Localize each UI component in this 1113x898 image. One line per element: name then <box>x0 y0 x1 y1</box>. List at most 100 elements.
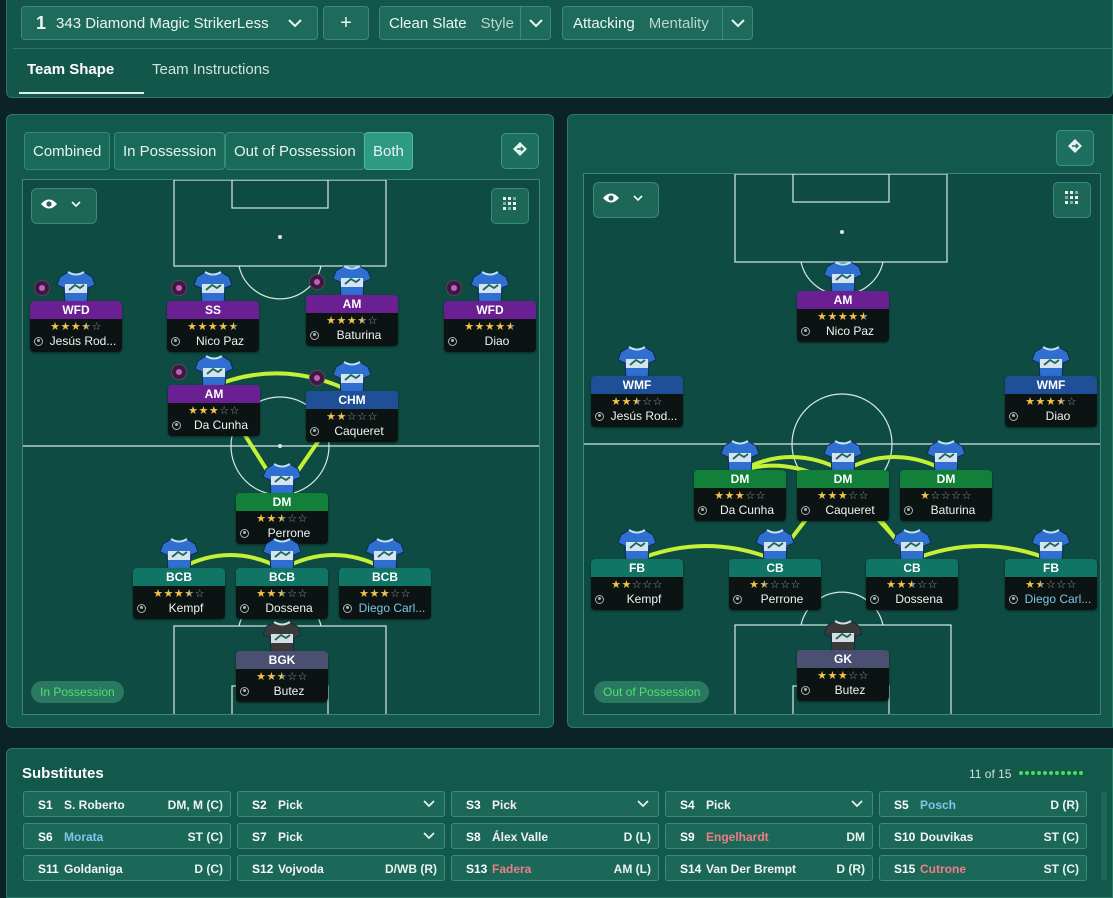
view-both-button[interactable]: Both <box>364 132 413 170</box>
player-card[interactable]: BCB ★★★☆☆ Dossena <box>236 537 328 619</box>
substitute-id: S12 <box>252 862 274 876</box>
view-in-possession-button[interactable]: In Possession <box>114 132 226 170</box>
player-card[interactable]: DM ★★★☆☆ Caqueret <box>797 439 889 521</box>
substitute-position: AM (L) <box>613 862 651 876</box>
role-rating-stars: ★★★☆☆ <box>886 579 938 591</box>
player-trait-icon[interactable] <box>34 280 50 296</box>
substitute-pick-dropdown[interactable]: S2 Pick <box>237 791 445 817</box>
role-rating-stars: ★★★★☆ <box>1025 396 1077 408</box>
visibility-toggle[interactable] <box>593 182 659 218</box>
substitute-id: S11 <box>38 862 59 876</box>
player-card[interactable]: CB ★★★☆☆ Dossena <box>866 528 958 610</box>
substitute-pick-dropdown[interactable]: S7 Pick <box>237 823 445 849</box>
progress-dot <box>1061 771 1065 775</box>
person-icon <box>310 331 319 340</box>
tactic-selector[interactable]: 1 343 Diamond Magic StrikerLess <box>21 6 318 40</box>
player-trait-icon[interactable] <box>309 274 325 290</box>
person-icon <box>1009 595 1018 604</box>
substitute-name: Pick <box>278 830 303 844</box>
plus-icon: + <box>340 11 352 34</box>
player-card[interactable]: GK ★★★☆☆ Butez <box>797 619 889 701</box>
substitute-pick-dropdown[interactable]: S3 Pick <box>451 791 659 817</box>
player-card[interactable]: CB ★★☆☆☆ Perrone <box>729 528 821 610</box>
style-selector[interactable]: Clean Slate Style <box>379 6 551 40</box>
substitute-slot[interactable]: S5 Posch D (R) <box>879 791 1087 817</box>
player-card[interactable]: AM ★★★★★ Nico Paz <box>797 260 889 342</box>
player-role: AM <box>797 291 889 309</box>
tab-team-instructions[interactable]: Team Instructions <box>152 61 270 78</box>
swap-view-button[interactable] <box>1056 130 1094 166</box>
player-role: WFD <box>444 301 536 319</box>
player-details: ★★★☆☆ Butez <box>797 668 889 701</box>
player-info: AM ★★★★★ Nico Paz <box>797 291 889 342</box>
player-card[interactable]: FB ★★☆☆☆ Kempf <box>591 528 683 610</box>
player-role: WFD <box>30 301 122 319</box>
substitute-id: S8 <box>466 830 481 844</box>
progress-dot <box>1073 771 1077 775</box>
player-info: FB ★★☆☆☆ Diego Carl... <box>1005 559 1097 610</box>
layout-grid-button[interactable] <box>1053 182 1091 218</box>
role-rating-stars: ★★★☆☆ <box>817 490 869 502</box>
view-combined-button[interactable]: Combined <box>24 132 111 170</box>
tab-team-shape[interactable]: Team Shape <box>27 61 114 78</box>
player-card[interactable]: BGK ★★★☆☆ Butez <box>236 620 328 702</box>
pitch-in-possession: WFD ★★★★☆ Jesús Rod... SS ★★★★★ Nico Paz <box>22 179 540 715</box>
substitute-slot[interactable]: S11 Goldaniga D (C) <box>23 855 231 881</box>
player-role: DM <box>694 470 786 488</box>
player-role: AM <box>306 295 398 313</box>
substitute-slot[interactable]: S8 Álex Valle D (L) <box>451 823 659 849</box>
substitutes-title: Substitutes <box>22 765 104 782</box>
player-details: ★★☆☆☆ Caqueret <box>306 409 398 442</box>
player-details: ★★★★☆ Kempf <box>133 586 225 619</box>
substitute-slot[interactable]: S14 Van Der Brempt D (R) <box>665 855 873 881</box>
player-card[interactable]: DM ★★★☆☆ Da Cunha <box>694 439 786 521</box>
player-card[interactable]: WMF ★★★☆☆ Jesús Rod... <box>591 345 683 427</box>
player-role: CB <box>866 559 958 577</box>
view-out-of-possession-button[interactable]: Out of Possession <box>225 132 365 170</box>
substitutes-panel: Substitutes 11 of 15 S1 S. Roberto DM, M… <box>6 748 1113 898</box>
player-trait-icon[interactable] <box>171 364 187 380</box>
substitute-slot[interactable]: S10 Douvikas ST (C) <box>879 823 1087 849</box>
swap-view-button[interactable] <box>501 133 539 169</box>
player-card[interactable]: DM ★☆☆☆☆ Baturina <box>900 439 992 521</box>
player-details: ★★★★☆ Jesús Rod... <box>30 319 122 352</box>
substitute-id: S4 <box>680 798 695 812</box>
layout-grid-button[interactable] <box>491 188 529 224</box>
person-icon <box>343 604 352 613</box>
substitute-name: Vojvoda <box>278 862 324 876</box>
player-card[interactable]: BCB ★★★★☆ Kempf <box>133 537 225 619</box>
mentality-label: Mentality <box>648 14 709 32</box>
active-tab-indicator <box>19 92 144 94</box>
substitute-slot[interactable]: S9 Engelhardt DM <box>665 823 873 849</box>
progress-dot <box>1049 771 1053 775</box>
substitute-slot[interactable]: S1 S. Roberto DM, M (C) <box>23 791 231 817</box>
player-trait-icon[interactable] <box>171 280 187 296</box>
substitute-slot[interactable]: S6 Morata ST (C) <box>23 823 231 849</box>
player-details: ★☆☆☆☆ Baturina <box>900 488 992 521</box>
mentality-selector[interactable]: Attacking Mentality <box>562 6 753 40</box>
pitch-out-of-possession: AM ★★★★★ Nico Paz WMF ★★★☆☆ Jesús Rod... <box>583 173 1101 715</box>
out-of-possession-panel: AM ★★★★★ Nico Paz WMF ★★★☆☆ Jesús Rod... <box>567 114 1113 728</box>
substitute-slot[interactable]: S13 Fadera AM (L) <box>451 855 659 881</box>
visibility-toggle[interactable] <box>31 188 97 224</box>
person-icon <box>904 506 913 515</box>
player-trait-icon[interactable] <box>309 370 325 386</box>
progress-dot <box>1019 771 1023 775</box>
substitutes-scrollbar[interactable] <box>1101 791 1107 881</box>
player-info: WMF ★★★☆☆ Jesús Rod... <box>591 376 683 427</box>
player-card[interactable]: BCB ★★★☆☆ Diego Carl... <box>339 537 431 619</box>
player-card[interactable]: WMF ★★★★☆ Diao <box>1005 345 1097 427</box>
substitute-slot[interactable]: S15 Cutrone ST (C) <box>879 855 1087 881</box>
progress-dot <box>1025 771 1029 775</box>
player-card[interactable]: DM ★★★☆☆ Perrone <box>236 462 328 544</box>
add-tactic-button[interactable]: + <box>323 6 369 40</box>
player-info: DM ★★★☆☆ Da Cunha <box>694 470 786 521</box>
substitute-pick-dropdown[interactable]: S4 Pick <box>665 791 873 817</box>
player-info: BCB ★★★★☆ Kempf <box>133 568 225 619</box>
substitute-position: D (L) <box>623 830 651 844</box>
player-info: AM ★★★★☆ Baturina <box>306 295 398 346</box>
player-name: Butez <box>834 683 866 697</box>
substitute-slot[interactable]: S12 Vojvoda D/WB (R) <box>237 855 445 881</box>
player-trait-icon[interactable] <box>446 280 462 296</box>
player-card[interactable]: FB ★★☆☆☆ Diego Carl... <box>1005 528 1097 610</box>
